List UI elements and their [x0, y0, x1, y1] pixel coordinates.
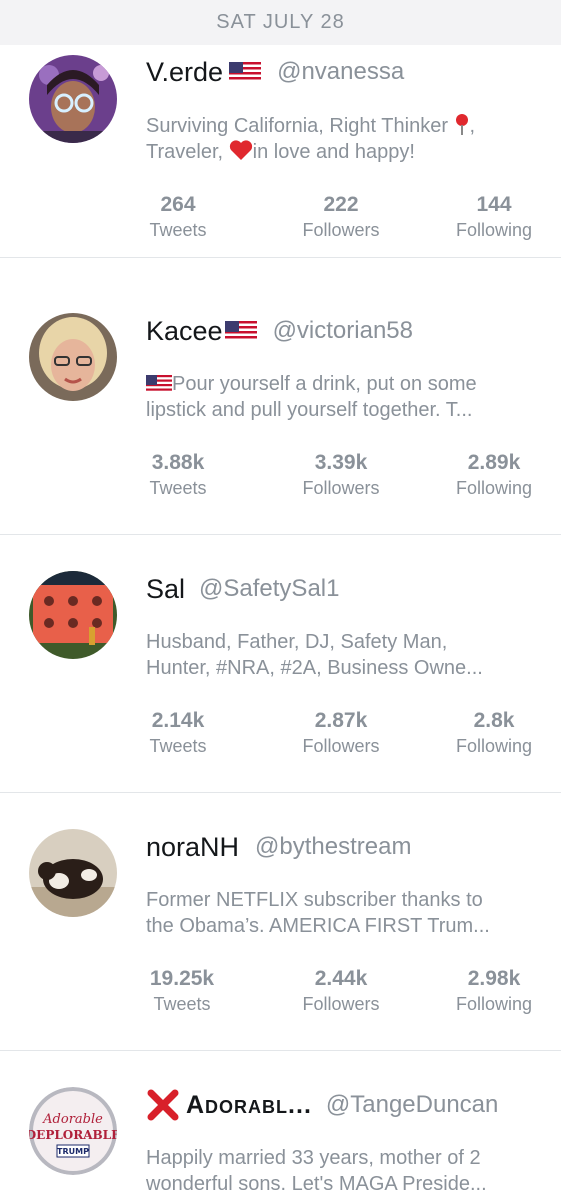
followers-label: Followers [302, 220, 380, 240]
followers-label: Followers [302, 994, 380, 1014]
tweets-label: Tweets [149, 736, 207, 756]
bio: Happily married 33 years, mother of 2 wo… [146, 1145, 539, 1197]
avatar[interactable] [29, 829, 117, 917]
following-label: Following [455, 994, 533, 1014]
avatar-image [29, 313, 117, 401]
bio-line-1: Former NETFLIX subscriber thanks to [146, 889, 483, 911]
handle[interactable]: @nvanessa [277, 58, 404, 86]
avatar-text-3: TRUMP [57, 1147, 89, 1156]
handle[interactable]: @TangeDuncan [326, 1091, 498, 1119]
tweets-count: 19.25k [149, 967, 215, 990]
avatar[interactable] [29, 571, 117, 659]
bio: Surviving California, Right Thinker , Tr… [146, 113, 539, 165]
tweets-label: Tweets [149, 220, 207, 240]
bio-line-1: Pour yourself a drink, put on some [146, 371, 539, 397]
following-count: 144 [476, 193, 512, 216]
pushpin-icon [455, 114, 468, 135]
tweets-stat[interactable]: 19.25k Tweets [122, 966, 242, 1016]
bio-line-1: Surviving California, Right Thinker , [146, 114, 476, 137]
user-card-safetysal1[interactable]: Sal @SafetySal1 Husband, Father, DJ, Saf… [0, 535, 561, 793]
name-row: Kacee @victorian58 [146, 313, 543, 349]
bio-line-2: lipstick and pull yourself together. T..… [146, 399, 473, 421]
display-name[interactable]: noraNH [146, 832, 239, 863]
followers-stat[interactable]: 2.87k Followers [281, 708, 401, 758]
followers-label: Followers [302, 478, 380, 498]
avatar-image [29, 829, 117, 917]
handle[interactable]: @victorian58 [273, 317, 413, 345]
display-name[interactable]: V.erde [146, 57, 223, 88]
name-row: Sal @SafetySal1 [146, 571, 543, 607]
tweets-count: 264 [160, 193, 196, 216]
tweets-stat[interactable]: 264 Tweets [118, 192, 238, 242]
us-flag-icon [224, 321, 257, 341]
tweets-count: 3.88k [151, 451, 205, 474]
name-row: noraNH @bythestream [146, 829, 543, 865]
followers-count: 2.87k [314, 709, 368, 732]
tweets-label: Tweets [153, 994, 211, 1014]
bio-line-2: wonderful sons. Let's MAGA Preside... [146, 1173, 487, 1195]
following-label: Following [455, 220, 533, 240]
heart-icon [229, 140, 252, 160]
us-flag-icon [229, 62, 262, 82]
bio-line-2: the Obama’s. AMERICA FIRST Trum... [146, 915, 490, 937]
display-name[interactable]: Kacee [146, 316, 223, 347]
avatar[interactable]: Adorable DEPLORABLE TRUMP [29, 1087, 117, 1175]
tweets-count: 2.14k [151, 709, 205, 732]
following-count: 2.89k [467, 451, 521, 474]
followers-count: 222 [323, 193, 359, 216]
avatar-image: Adorable DEPLORABLE TRUMP [29, 1087, 117, 1175]
avatar-text-1: Adorable [42, 1112, 103, 1127]
display-name[interactable]: Adorabl... [186, 1091, 312, 1120]
user-card-tangeduncan[interactable]: Adorable DEPLORABLE TRUMP Adorabl... @Ta… [0, 1051, 561, 1200]
following-stat[interactable]: 144 Following [434, 192, 554, 242]
bio-line-2: Hunter, #NRA, #2A, Business Owne... [146, 657, 483, 679]
followers-count: 3.39k [314, 451, 368, 474]
name-row: Adorabl... @TangeDuncan [146, 1087, 543, 1123]
following-stat[interactable]: 2.98k Following [434, 966, 554, 1016]
name-row: V.erde @nvanessa [146, 54, 543, 90]
following-label: Following [455, 736, 533, 756]
followers-stat[interactable]: 222 Followers [281, 192, 401, 242]
avatar-image [29, 55, 117, 143]
date-header-label: SAT JULY 28 [216, 11, 345, 33]
followers-label: Followers [302, 736, 380, 756]
bio-line-1: Husband, Father, DJ, Safety Man, [146, 631, 448, 653]
bio: Pour yourself a drink, put on some lipst… [146, 371, 539, 423]
following-count: 2.98k [467, 967, 521, 990]
avatar[interactable] [29, 55, 117, 143]
bio-line-2: Traveler, in love and happy! [146, 140, 415, 163]
followers-count: 2.44k [314, 967, 368, 990]
tweets-label: Tweets [149, 478, 207, 498]
tweets-stat[interactable]: 2.14k Tweets [118, 708, 238, 758]
red-x-icon [147, 1089, 179, 1121]
avatar-image [29, 571, 117, 659]
avatar-text-2: DEPLORABLE [29, 1128, 117, 1142]
avatar[interactable] [29, 313, 117, 401]
following-stat[interactable]: 2.89k Following [434, 450, 554, 500]
display-name[interactable]: Sal [146, 574, 185, 605]
bio-line-1: Happily married 33 years, mother of 2 [146, 1147, 481, 1169]
us-flag-icon [146, 375, 172, 393]
tweets-stat[interactable]: 3.88k Tweets [118, 450, 238, 500]
followers-stat[interactable]: 3.39k Followers [281, 450, 401, 500]
user-card-bythestream[interactable]: noraNH @bythestream Former NETFLIX subsc… [0, 793, 561, 1051]
user-card-victorian58[interactable]: Kacee @victorian58 Pour yourself a drink… [0, 277, 561, 535]
handle[interactable]: @SafetySal1 [199, 575, 339, 603]
followers-stat[interactable]: 2.44k Followers [281, 966, 401, 1016]
handle[interactable]: @bythestream [255, 833, 411, 861]
following-label: Following [455, 478, 533, 498]
date-header: SAT JULY 28 [0, 0, 561, 45]
following-stat[interactable]: 2.8k Following [434, 708, 554, 758]
bio: Husband, Father, DJ, Safety Man, Hunter,… [146, 629, 539, 681]
following-count: 2.8k [473, 709, 515, 732]
bio: Former NETFLIX subscriber thanks to the … [146, 887, 539, 939]
